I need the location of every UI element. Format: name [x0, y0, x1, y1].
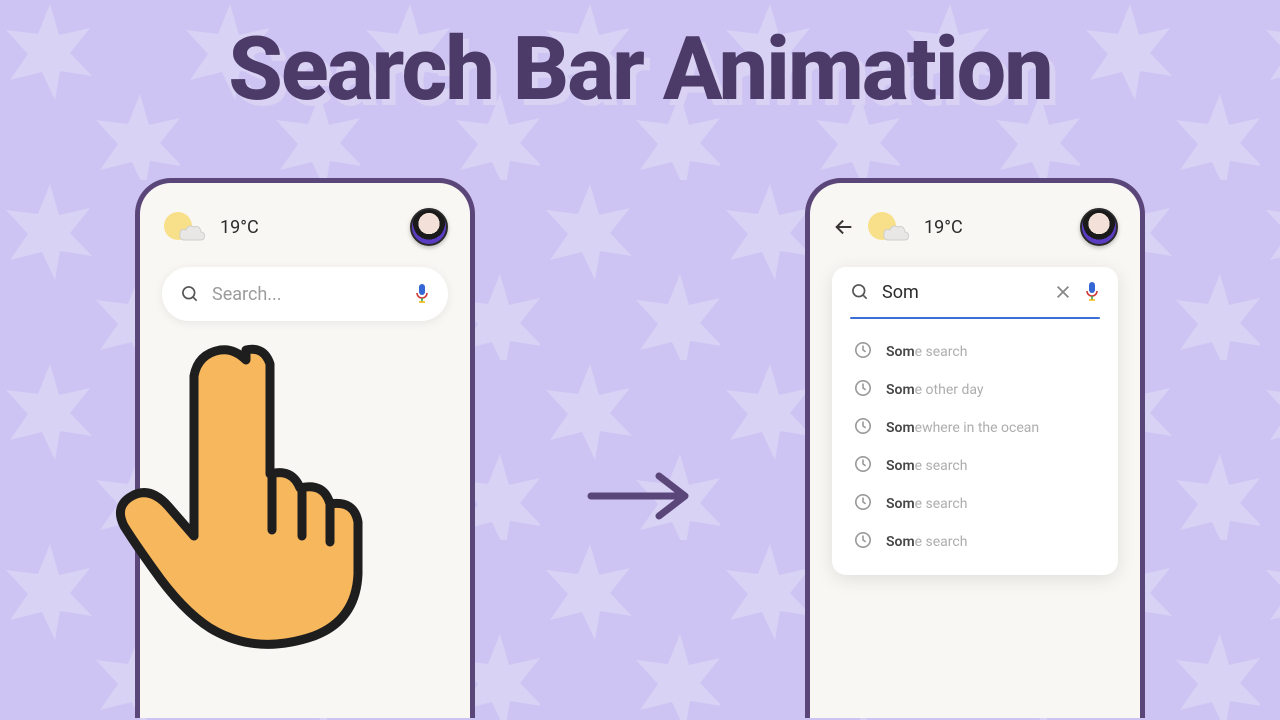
avatar[interactable] — [410, 208, 448, 246]
temperature-label: 19°C — [220, 217, 259, 238]
clear-icon[interactable] — [1054, 283, 1072, 301]
list-item[interactable]: Some search — [832, 523, 1118, 561]
pointer-hand-icon — [100, 330, 380, 654]
phone-mockup-expanded: 19°C Som Some search — [805, 178, 1145, 718]
search-bar-active[interactable]: Som — [832, 267, 1118, 317]
history-icon — [854, 531, 872, 553]
page-title: Search Bar Animation — [0, 18, 1280, 121]
mic-icon[interactable] — [414, 283, 430, 305]
mic-icon[interactable] — [1084, 281, 1100, 303]
history-icon — [854, 455, 872, 477]
list-item[interactable]: Some search — [832, 485, 1118, 523]
list-item[interactable]: Some search — [832, 333, 1118, 371]
back-button[interactable] — [832, 215, 856, 239]
history-icon — [854, 341, 872, 363]
phone-topbar: 19°C — [162, 207, 448, 247]
search-expanded-card: Som Some search Some other day — [832, 267, 1118, 575]
search-icon — [180, 284, 200, 304]
search-input-text: Som — [882, 282, 1042, 303]
search-underline — [850, 317, 1100, 319]
search-bar-idle[interactable]: Search... — [162, 267, 448, 321]
suggestion-list: Some search Some other day Somewhere in … — [832, 327, 1118, 575]
history-icon — [854, 417, 872, 439]
search-placeholder: Search... — [212, 284, 402, 305]
list-item[interactable]: Some search — [832, 447, 1118, 485]
history-icon — [854, 379, 872, 401]
list-item[interactable]: Somewhere in the ocean — [832, 409, 1118, 447]
search-icon — [850, 282, 870, 302]
avatar[interactable] — [1080, 208, 1118, 246]
phone-topbar: 19°C — [832, 207, 1118, 247]
history-icon — [854, 493, 872, 515]
temperature-label: 19°C — [924, 217, 963, 238]
transition-arrow-icon — [585, 466, 695, 530]
list-item[interactable]: Some other day — [832, 371, 1118, 409]
weather-icon — [162, 210, 206, 244]
weather-icon — [866, 210, 910, 244]
